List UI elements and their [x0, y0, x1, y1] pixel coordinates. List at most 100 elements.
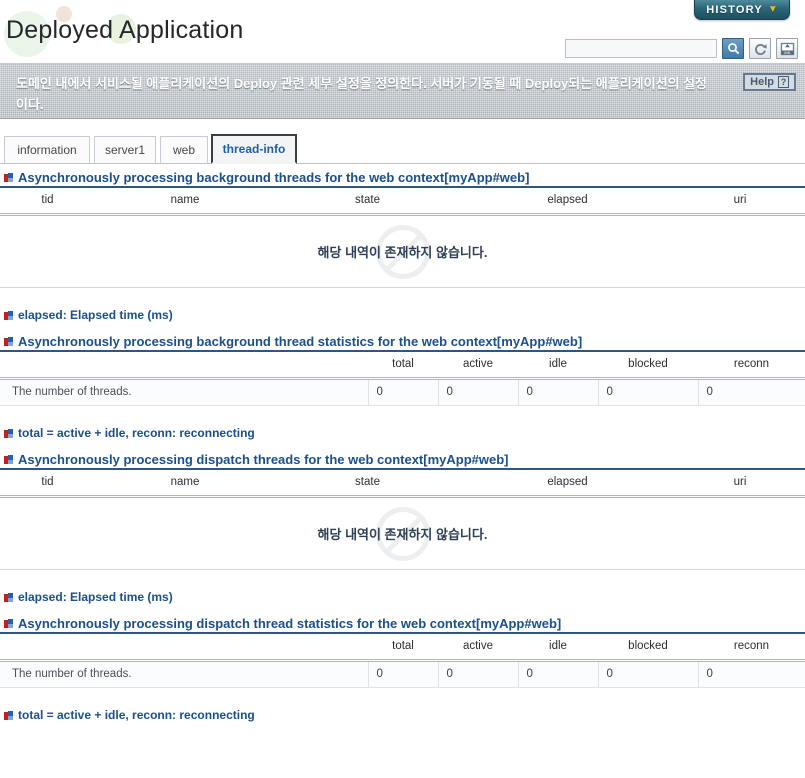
search-input[interactable] [565, 39, 717, 58]
col-tid: tid [0, 470, 95, 498]
dispatch-threads-table: tid name state elapsed uri [0, 470, 805, 498]
table-row: The number of threads. 0 0 0 0 0 [0, 660, 805, 688]
square-bullet-icon [4, 310, 13, 320]
background-threads-table: tid name state elapsed uri [0, 188, 805, 216]
col-blocked: blocked [598, 352, 698, 380]
section-heading: Asynchronously processing dispatch threa… [0, 616, 805, 631]
cell-reconn: 0 [698, 378, 805, 406]
col-state: state [275, 188, 460, 216]
col-name: name [95, 470, 275, 498]
section-heading: Asynchronously processing background thr… [0, 334, 805, 349]
note-text: total = active + idle, reconn: reconnect… [18, 426, 255, 440]
tab-web-label: web [172, 143, 195, 157]
cell-idle: 0 [518, 378, 599, 406]
col-name: name [95, 188, 275, 216]
col-reconn: reconn [698, 352, 805, 380]
col-blocked: blocked [598, 634, 698, 662]
svg-text:XML: XML [783, 50, 790, 54]
background-stats-table: total active idle blocked reconn The num… [0, 352, 805, 406]
col-total: total [368, 634, 438, 662]
search-toolbar: XML [565, 38, 798, 59]
tab-thread-info[interactable]: thread-info [211, 134, 297, 164]
col-reconn: reconn [698, 634, 805, 662]
table-header-row: tid name state elapsed uri [0, 188, 805, 216]
cell-idle: 0 [518, 660, 599, 688]
cell-blocked: 0 [598, 378, 699, 406]
help-button[interactable]: Help ? [743, 73, 796, 91]
cell-total: 0 [368, 378, 439, 406]
section-heading: Asynchronously processing background thr… [0, 170, 805, 185]
refresh-button[interactable] [749, 38, 771, 59]
background-threads-empty: 해당 내역이 존재하지 않습니다. [0, 216, 805, 288]
col-elapsed: elapsed [460, 188, 675, 216]
square-bullet-icon [4, 428, 13, 438]
square-bullet-icon [4, 592, 13, 602]
search-icon [727, 43, 739, 55]
background-stats-note: total = active + idle, reconn: reconnect… [0, 426, 805, 440]
section-dispatch-stats: Asynchronously processing dispatch threa… [0, 616, 805, 722]
help-label: Help [750, 76, 774, 88]
tab-information[interactable]: information [4, 136, 90, 164]
col-active: active [438, 352, 518, 380]
search-button[interactable] [722, 38, 744, 59]
section-heading-text: Asynchronously processing background thr… [18, 170, 530, 185]
col-blank [0, 352, 368, 380]
tab-information-label: information [17, 143, 77, 157]
square-bullet-icon [4, 455, 13, 464]
section-heading-text: Asynchronously processing background thr… [18, 334, 583, 349]
cell-total: 0 [368, 660, 439, 688]
col-uri: uri [675, 470, 805, 498]
xml-export-icon: XML [780, 42, 794, 55]
col-total: total [368, 352, 438, 380]
tab-bar: information server1 web thread-info [0, 134, 805, 164]
col-active: active [438, 634, 518, 662]
table-row: The number of threads. 0 0 0 0 0 [0, 378, 805, 406]
section-background-stats: Asynchronously processing background thr… [0, 334, 805, 440]
empty-message: 해당 내역이 존재하지 않습니다. [317, 527, 488, 542]
tab-web[interactable]: web [160, 136, 208, 164]
description-banner: 도메인 내에서 서비스될 애플리케이션의 Deploy 관련 세부 설정을 정의… [0, 63, 805, 119]
note-text: elapsed: Elapsed time (ms) [18, 590, 173, 604]
empty-message: 해당 내역이 존재하지 않습니다. [317, 245, 488, 260]
table-header-row: total active idle blocked reconn [0, 352, 805, 380]
page-title: Deployed Application [6, 16, 244, 44]
dispatch-stats-table: total active idle blocked reconn The num… [0, 634, 805, 688]
section-dispatch-threads: Asynchronously processing dispatch threa… [0, 452, 805, 604]
row-label: The number of threads. [0, 660, 369, 688]
question-mark-icon: ? [778, 76, 789, 88]
history-tab[interactable]: HISTORY ▼ [694, 0, 790, 20]
section-heading-text: Asynchronously processing dispatch threa… [18, 616, 562, 631]
title-area: Deployed Application [0, 6, 560, 57]
col-elapsed: elapsed [460, 470, 675, 498]
square-bullet-icon [4, 173, 13, 182]
dispatch-stats-note: total = active + idle, reconn: reconnect… [0, 708, 805, 722]
col-idle: idle [518, 352, 598, 380]
history-label: HISTORY [706, 3, 763, 16]
chevron-down-icon: ▼ [767, 3, 778, 15]
section-heading-text: Asynchronously processing dispatch threa… [18, 452, 509, 467]
xml-export-button[interactable]: XML [776, 38, 798, 59]
cell-reconn: 0 [698, 660, 805, 688]
cell-blocked: 0 [598, 660, 699, 688]
section-background-threads: Asynchronously processing background thr… [0, 170, 805, 322]
description-text: 도메인 내에서 서비스될 애플리케이션의 Deploy 관련 세부 설정을 정의… [16, 76, 708, 112]
table-header-row: tid name state elapsed uri [0, 470, 805, 498]
col-state: state [275, 470, 460, 498]
col-tid: tid [0, 188, 95, 216]
table-header-row: total active idle blocked reconn [0, 634, 805, 662]
note-text: total = active + idle, reconn: reconnect… [18, 708, 255, 722]
square-bullet-icon [4, 337, 13, 346]
col-blank [0, 634, 368, 662]
dispatch-threads-empty: 해당 내역이 존재하지 않습니다. [0, 498, 805, 570]
row-label: The number of threads. [0, 378, 369, 406]
square-bullet-icon [4, 619, 13, 628]
col-idle: idle [518, 634, 598, 662]
note-text: elapsed: Elapsed time (ms) [18, 308, 173, 322]
cell-active: 0 [438, 378, 519, 406]
tab-server1-label: server1 [104, 143, 145, 157]
cell-active: 0 [438, 660, 519, 688]
square-bullet-icon [4, 710, 13, 720]
tab-server1[interactable]: server1 [94, 136, 156, 164]
dispatch-threads-note: elapsed: Elapsed time (ms) [0, 590, 805, 604]
thread-info-content: Asynchronously processing background thr… [0, 170, 805, 722]
